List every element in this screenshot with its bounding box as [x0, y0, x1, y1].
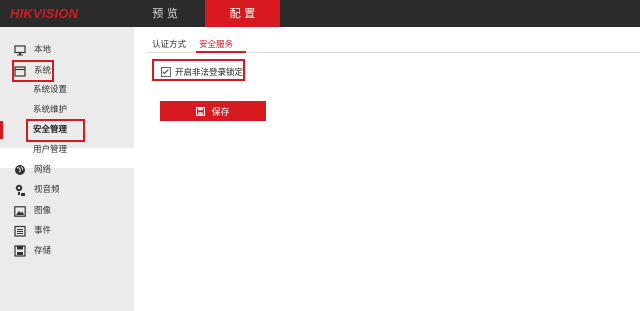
sidebar: 本地 系统 系统设置 系统维护 安全管理 用户管理 网络 视音频 图像 事件 存…	[0, 27, 134, 311]
sidebar-item-image[interactable]: 图像	[14, 203, 51, 219]
sidebar-item-network[interactable]: 网络	[14, 162, 51, 178]
image-icon	[14, 205, 26, 217]
tab-security-service[interactable]: 安全服务	[199, 38, 233, 52]
network-globe-icon	[14, 164, 26, 176]
tab-preview[interactable]: 预 览	[130, 0, 200, 27]
sidebar-item-audio-video[interactable]: 视音频	[14, 182, 60, 198]
active-tab-underline	[196, 51, 246, 53]
sidebar-item-local[interactable]: 本地	[14, 42, 51, 58]
tab-config[interactable]: 配 置	[205, 0, 280, 27]
sidebar-item-label: 视音频	[34, 185, 60, 195]
selected-indicator	[0, 121, 3, 139]
sidebar-sub-system-maintenance[interactable]: 系统维护	[33, 102, 67, 118]
brand-logo: HIKVISION	[10, 6, 79, 21]
save-button-label: 保存	[211, 107, 230, 118]
sidebar-item-label: 事件	[34, 226, 52, 236]
monitor-icon	[14, 44, 26, 56]
sidebar-item-label: 图像	[34, 206, 52, 216]
sidebar-item-label: 网络	[34, 165, 52, 175]
highlight-box-system	[12, 60, 54, 82]
save-button[interactable]: 保存	[160, 101, 266, 121]
audio-video-icon	[14, 184, 26, 196]
sidebar-item-label: 存储	[34, 246, 52, 256]
main-content: 认证方式 安全服务 开启非法登录锁定 保存	[134, 27, 640, 311]
floppy-disk-icon	[196, 106, 206, 116]
event-calendar-icon	[14, 225, 26, 237]
sidebar-item-storage[interactable]: 存储	[14, 243, 51, 259]
sidebar-sub-system-settings[interactable]: 系统设置	[33, 82, 67, 98]
storage-disk-icon	[14, 245, 26, 257]
tab-authentication[interactable]: 认证方式	[152, 38, 186, 52]
sidebar-item-label: 本地	[34, 45, 52, 55]
highlight-box-checkbox	[152, 59, 245, 81]
sidebar-sub-user-management[interactable]: 用户管理	[33, 142, 67, 158]
sidebar-item-event[interactable]: 事件	[14, 223, 51, 239]
top-bar: HIKVISION 预 览 配 置	[0, 0, 640, 27]
highlight-box-security-management	[26, 119, 85, 142]
